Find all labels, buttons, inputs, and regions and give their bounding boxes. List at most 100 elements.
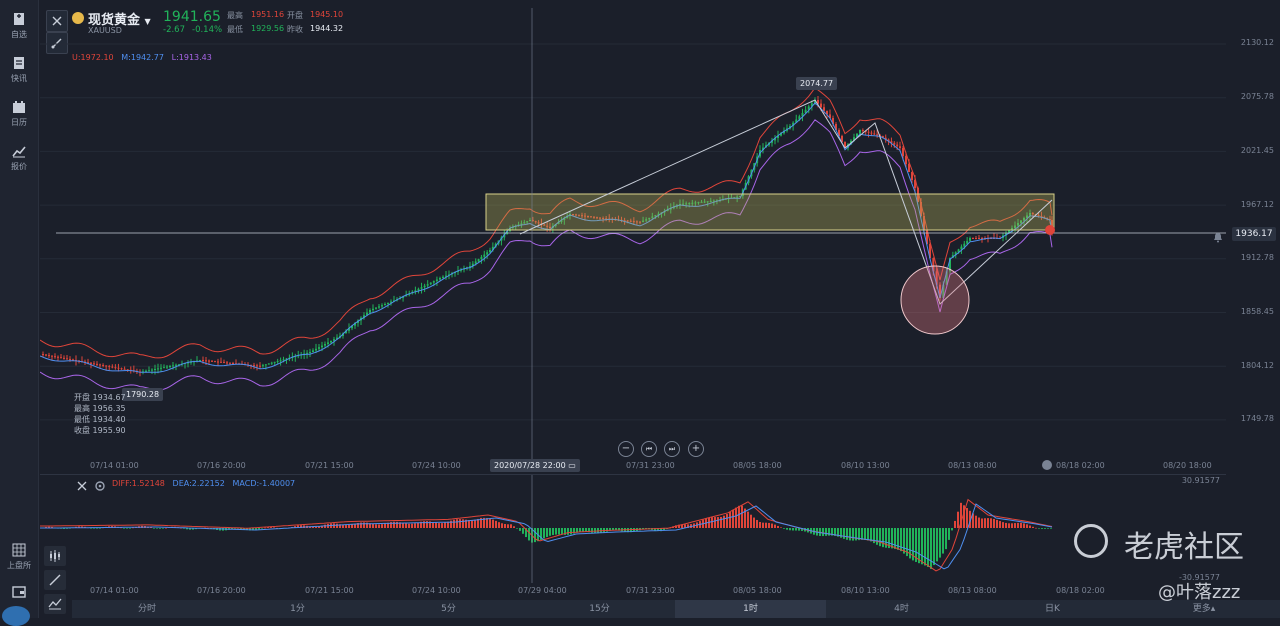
range-box bbox=[485, 193, 1055, 231]
realtime-dot-icon[interactable] bbox=[1042, 460, 1052, 470]
macd-bar bbox=[453, 519, 455, 528]
macd-bar bbox=[999, 521, 1001, 528]
candle-body bbox=[111, 366, 114, 368]
gear-icon bbox=[95, 481, 105, 491]
tab-1hour[interactable]: 1时 bbox=[675, 600, 826, 618]
trend-icon bbox=[12, 146, 26, 158]
tab-15min[interactable]: 15分 bbox=[524, 600, 675, 618]
sidebar-item-watchlist[interactable]: 自选 bbox=[0, 12, 38, 40]
macd-bar bbox=[558, 528, 560, 535]
tab-daily[interactable]: 日K bbox=[977, 600, 1128, 618]
candle-body bbox=[315, 348, 317, 351]
indicator-button[interactable] bbox=[44, 594, 66, 614]
candle-body bbox=[963, 243, 966, 247]
candle-body bbox=[330, 340, 332, 343]
ohlc-close: 收盘 1955.90 bbox=[74, 426, 126, 435]
macd-bar bbox=[570, 528, 572, 535]
macd-bar bbox=[345, 525, 347, 528]
macd-bar bbox=[1041, 528, 1043, 529]
macd-bar bbox=[726, 514, 728, 528]
macd-bar bbox=[495, 520, 497, 528]
x-tick: 07/21 15:00 bbox=[305, 461, 354, 470]
price-chart[interactable] bbox=[40, 8, 1226, 472]
candle-body bbox=[102, 365, 105, 366]
macd-bar bbox=[513, 526, 515, 528]
zoom-out-button[interactable]: − bbox=[618, 441, 634, 457]
candle-body bbox=[208, 360, 210, 362]
tab-4hour[interactable]: 4时 bbox=[826, 600, 977, 618]
macd-bar bbox=[1032, 526, 1034, 528]
macd-bar bbox=[258, 528, 260, 530]
candle-body bbox=[282, 359, 285, 361]
candle-body bbox=[267, 363, 270, 365]
macd-bar bbox=[489, 518, 491, 528]
ohlc-open: 开盘 1934.67 bbox=[74, 393, 126, 402]
sidebar-item-exchange[interactable]: 上盘所 bbox=[0, 543, 38, 571]
macd-bar bbox=[408, 523, 410, 528]
x-tick: 07/16 20:00 bbox=[197, 461, 246, 470]
draw-line-button[interactable] bbox=[44, 570, 66, 590]
crosshair-time-label: 2020/07/28 22:00 ▭ bbox=[490, 459, 580, 472]
macd-bar bbox=[567, 528, 569, 535]
macd-bar bbox=[720, 516, 722, 528]
y-tick: 2075.78 bbox=[1240, 92, 1274, 101]
candle-body bbox=[54, 356, 56, 358]
macd-bar bbox=[849, 528, 851, 541]
macd-bar bbox=[126, 528, 128, 529]
candle-type-button[interactable] bbox=[44, 546, 66, 566]
candle-body bbox=[273, 361, 276, 363]
candle-body bbox=[820, 103, 822, 108]
macd-canvas[interactable] bbox=[40, 475, 1226, 599]
sidebar-item-label: 自选 bbox=[11, 30, 27, 39]
indicator-settings-button[interactable] bbox=[94, 477, 106, 496]
candle-body bbox=[151, 369, 153, 371]
skip-back-icon: ⏮ bbox=[645, 445, 653, 453]
macd-bar bbox=[939, 528, 941, 558]
x-tick: 07/24 10:00 bbox=[412, 461, 461, 470]
tab-1min[interactable]: 1分 bbox=[222, 600, 373, 618]
candle-body bbox=[93, 363, 95, 365]
macd-bar bbox=[528, 528, 530, 541]
avatar[interactable] bbox=[2, 606, 30, 626]
sidebar-wallet[interactable] bbox=[0, 586, 38, 601]
scroll-end-button[interactable]: ⏭ bbox=[664, 441, 680, 457]
candle-body bbox=[217, 361, 219, 363]
macd-x-tick: 07/24 10:00 bbox=[412, 586, 461, 595]
macd-bar bbox=[1017, 522, 1019, 528]
macd-x-tick: 07/29 04:00 bbox=[518, 586, 567, 595]
tab-5min[interactable]: 5分 bbox=[373, 600, 524, 618]
tab-timeshare[interactable]: 分时 bbox=[72, 600, 222, 618]
close-indicator-button[interactable] bbox=[76, 477, 88, 496]
indicator-icon bbox=[48, 598, 62, 610]
bookmark-icon bbox=[14, 13, 24, 25]
sidebar-item-label: 报价 bbox=[11, 162, 27, 171]
macd-bar bbox=[459, 519, 461, 528]
macd-bar bbox=[264, 527, 266, 529]
price-chart-canvas[interactable] bbox=[40, 8, 1226, 472]
bell-icon[interactable] bbox=[1212, 228, 1224, 247]
candle-body bbox=[309, 352, 311, 353]
sidebar-item-label: 快讯 bbox=[11, 74, 27, 83]
macd-panel[interactable]: DIFF:1.52148 DEA:2.22152 MACD:-1.40007 3… bbox=[40, 474, 1226, 599]
candle-body bbox=[202, 360, 204, 361]
sidebar-item-quotes[interactable]: 报价 bbox=[0, 144, 38, 172]
macd-y-top: 30.91577 bbox=[1181, 476, 1220, 485]
sidebar-item-calendar[interactable]: 日历 bbox=[0, 100, 38, 128]
sidebar-item-news[interactable]: 快讯 bbox=[0, 56, 38, 84]
macd-bar bbox=[549, 528, 551, 536]
macd-value: MACD:-1.40007 bbox=[232, 479, 296, 488]
minus-icon: − bbox=[621, 443, 631, 454]
zoom-in-button[interactable]: + bbox=[688, 441, 704, 457]
macd-bar bbox=[492, 519, 494, 528]
scroll-start-button[interactable]: ⏮ bbox=[641, 441, 657, 457]
macd-bar bbox=[774, 524, 776, 528]
candle-body bbox=[69, 358, 71, 360]
candle-body bbox=[175, 364, 177, 366]
macd-bar bbox=[777, 525, 779, 528]
macd-bar bbox=[1005, 522, 1007, 528]
candle-body bbox=[327, 342, 329, 344]
macd-bar bbox=[372, 523, 374, 528]
macd-bar bbox=[957, 511, 959, 528]
macd-bar bbox=[825, 528, 827, 536]
candle-body bbox=[279, 360, 282, 362]
